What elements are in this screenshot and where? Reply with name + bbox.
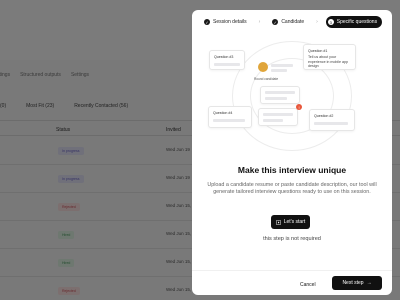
text-placeholder-bar xyxy=(214,63,240,66)
avatar-label: Round candidate xyxy=(254,77,279,81)
avatar xyxy=(258,62,268,72)
question-card-3: Question #3 xyxy=(209,50,245,70)
next-step-label: Next step xyxy=(342,280,364,286)
start-button[interactable]: Let's start xyxy=(271,215,310,229)
text-placeholder-bar xyxy=(265,97,287,100)
question-card-1: Question #1 Tell us about your experienc… xyxy=(303,44,356,70)
step-specific-questions[interactable]: 3 Specific questions xyxy=(325,16,383,28)
text-placeholder-bar xyxy=(263,113,293,116)
question-title: Question #2 xyxy=(314,114,334,118)
question-card-center xyxy=(260,86,300,104)
optional-step-note: this step is not required xyxy=(263,236,321,242)
question-card-4: Question #4 xyxy=(208,106,252,128)
text-placeholder-bar xyxy=(265,91,295,94)
check-icon: ✓ xyxy=(272,19,279,25)
question-card-2: Question #2 xyxy=(309,109,355,131)
question-card-5 xyxy=(258,108,298,126)
interview-setup-modal: ✓ Session details › ✓ Candidate › 3 Spec… xyxy=(192,10,392,295)
modal-title: Make this interview unique xyxy=(237,165,347,175)
step-candidate[interactable]: ✓ Candidate xyxy=(268,16,308,28)
text-placeholder-bar xyxy=(263,119,283,122)
chevron-right-icon: › xyxy=(316,19,318,25)
step-number: 3 xyxy=(327,19,334,25)
cancel-button[interactable]: Cancel xyxy=(300,282,316,288)
question-text: Tell us about your experience in mobile … xyxy=(308,55,348,69)
step-session-details[interactable]: ✓ Session details xyxy=(200,16,251,28)
start-button-label: Let's start xyxy=(283,219,306,225)
question-title: Question #3 xyxy=(214,55,234,59)
modal-description: Upload a candidate resume or paste candi… xyxy=(207,182,377,195)
next-step-button[interactable]: Next step → xyxy=(332,276,382,290)
text-placeholder-bar xyxy=(271,64,293,67)
question-title: Question #4 xyxy=(213,111,233,115)
step-label: Session details xyxy=(213,19,247,25)
step-label: Specific questions xyxy=(336,19,378,25)
text-placeholder-bar xyxy=(271,69,287,72)
check-icon: ✓ xyxy=(204,19,210,25)
step-label: Candidate xyxy=(281,19,305,25)
stepper: ✓ Session details › ✓ Candidate › 3 Spec… xyxy=(192,10,392,34)
arrow-right-icon: → xyxy=(366,280,372,286)
play-icon xyxy=(275,219,281,225)
questions-illustration: Question #3 Question #1 Tell us about yo… xyxy=(192,36,392,156)
question-title: Question #1 xyxy=(308,49,328,53)
text-placeholder-bar xyxy=(213,119,245,122)
alert-icon: ! xyxy=(296,104,302,110)
chevron-right-icon: › xyxy=(258,19,261,25)
text-placeholder-bar xyxy=(314,122,348,125)
footer-divider xyxy=(192,270,392,271)
